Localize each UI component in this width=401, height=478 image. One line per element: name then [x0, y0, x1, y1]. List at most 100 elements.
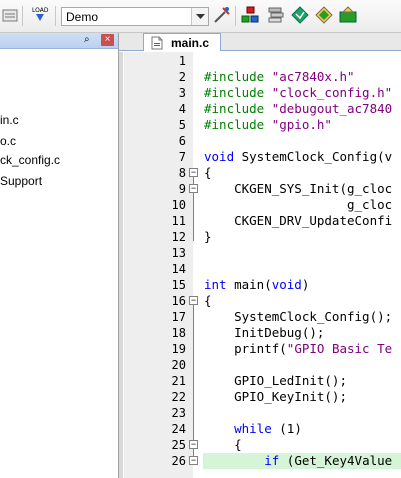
code-line[interactable]: 19 printf("GPIO Basic Te: [119, 341, 401, 357]
fold-toggle-icon[interactable]: −: [189, 296, 198, 305]
tree-item[interactable]: o.c: [0, 134, 16, 148]
code-token: InitDebug();: [204, 325, 325, 340]
line-number: 10: [171, 198, 186, 212]
code-text: #include "clock_config.h": [204, 85, 392, 101]
project-icon[interactable]: [0, 5, 20, 25]
code-line[interactable]: 4 #include "debugout_ac7840: [119, 101, 401, 117]
code-line[interactable]: 3 #include "clock_config.h": [119, 85, 401, 101]
code-token: {: [204, 293, 212, 308]
line-number: 17: [171, 310, 186, 324]
code-line[interactable]: 13: [119, 245, 401, 261]
select-packs-icon[interactable]: [290, 5, 310, 25]
pin-icon[interactable]: ⌕: [84, 34, 90, 45]
line-number: 13: [171, 246, 186, 260]
line-number: 7: [178, 150, 186, 164]
code-text: CKGEN_SYS_Init(g_cloc: [204, 181, 392, 197]
code-line[interactable]: 15 int main(void): [119, 277, 401, 293]
tree-item[interactable]: Support: [0, 174, 42, 188]
code-text: CKGEN_DRV_UpdateConfi: [204, 213, 392, 229]
code-line[interactable]: 21 GPIO_LedInit();: [119, 373, 401, 389]
code-token: SystemClock_Config();: [204, 309, 393, 324]
code-line[interactable]: 8{: [119, 165, 401, 181]
code-line[interactable]: 24 while (1): [119, 421, 401, 437]
code-token: "GPIO Basic Te: [286, 341, 393, 356]
c-file-icon: [150, 36, 164, 53]
toolbar-separator: [55, 6, 56, 26]
code-line[interactable]: 16 {: [119, 293, 401, 309]
target-select[interactable]: Demo: [61, 7, 209, 26]
line-number: 20: [171, 358, 186, 372]
code-token: #include: [204, 117, 272, 132]
line-number: 2: [178, 70, 186, 84]
code-line[interactable]: 5 #include "gpio.h": [119, 117, 401, 133]
code-line[interactable]: 2 #include "ac7840x.h": [119, 69, 401, 85]
fold-toggle-icon[interactable]: −: [189, 184, 198, 193]
code-token: if: [264, 453, 280, 468]
code-line[interactable]: 1: [119, 53, 401, 69]
fold-toggle-icon[interactable]: −: [189, 440, 198, 449]
close-icon[interactable]: ×: [101, 34, 114, 46]
line-number: 11: [171, 214, 186, 228]
project-panel-header: ⌕ ×: [0, 33, 118, 49]
target-options-icon[interactable]: [212, 5, 232, 25]
line-number: 16: [171, 294, 186, 308]
code-line[interactable]: 17 SystemClock_Config();: [119, 309, 401, 325]
code-token: "ac7840x.h": [271, 69, 355, 84]
code-line[interactable]: 9 CKGEN_SYS_Init(g_cloc: [119, 181, 401, 197]
code-token: "gpio.h": [271, 117, 332, 132]
load-icon[interactable]: LOAD: [30, 5, 50, 25]
code-line[interactable]: 7 void SystemClock_Config(v: [119, 149, 401, 165]
code-token: #include: [204, 69, 272, 84]
code-line[interactable]: 20: [119, 357, 401, 373]
code-token: {: [204, 437, 242, 452]
code-line[interactable]: 23: [119, 405, 401, 421]
target-select-value: Demo: [66, 10, 99, 24]
code-line[interactable]: 6: [119, 133, 401, 149]
code-line[interactable]: 22 GPIO_KeyInit();: [119, 389, 401, 405]
code-token: void: [271, 277, 302, 292]
rte-icon[interactable]: [266, 5, 286, 25]
line-number: 6: [178, 134, 186, 148]
line-number: 8: [178, 166, 186, 180]
code-token: (1): [271, 421, 302, 436]
line-number: 21: [171, 374, 186, 388]
pack-installer-icon[interactable]: [314, 5, 334, 25]
fold-toggle-icon[interactable]: −: [189, 456, 198, 465]
project-panel: ⌕ × in.c o.c ck_config.c Support: [0, 33, 118, 478]
code-line[interactable]: 11 CKGEN_DRV_UpdateConfi: [119, 213, 401, 229]
tree-item[interactable]: in.c: [0, 113, 19, 127]
code-area[interactable]: 1 2 #include "ac7840x.h" 3 #include "clock_c…: [119, 52, 401, 478]
code-token: CKGEN_DRV_UpdateConfi: [204, 213, 393, 228]
code-line[interactable]: 10 g_cloc: [119, 197, 401, 213]
code-token: {: [204, 165, 212, 180]
editor-pane: main.c 1 2 #include "ac7840x.h" 3 #include "…: [118, 33, 401, 478]
svg-text:LOAD: LOAD: [32, 7, 49, 14]
fold-toggle-icon[interactable]: −: [189, 168, 198, 177]
code-token: void: [204, 149, 235, 164]
code-token: (Get_Key4Value: [279, 453, 393, 468]
tab-main-c[interactable]: main.c: [143, 33, 221, 51]
code-token: #include: [204, 85, 272, 100]
code-text: void SystemClock_Config(v: [204, 149, 392, 165]
code-text: {: [204, 293, 212, 309]
line-number: 9: [178, 182, 186, 196]
code-line[interactable]: 14: [119, 261, 401, 277]
manage-components-icon[interactable]: [240, 5, 260, 25]
code-token: ): [301, 277, 310, 292]
line-number: 18: [171, 326, 186, 340]
code-token: }: [204, 229, 212, 244]
code-token: GPIO_LedInit();: [204, 373, 347, 388]
tab-label: main.c: [171, 36, 210, 50]
code-text: if (Get_Key4Value: [204, 453, 392, 469]
code-token: "clock_config.h": [271, 85, 393, 100]
tree-item[interactable]: ck_config.c: [0, 153, 60, 167]
code-line[interactable]: 18 InitDebug();: [119, 325, 401, 341]
toolbar-separator: [235, 6, 236, 26]
update-packs-icon[interactable]: [338, 5, 358, 25]
code-line[interactable]: 25 {: [119, 437, 401, 453]
code-line[interactable]: 12}: [119, 229, 401, 245]
code-line[interactable]: 26 if (Get_Key4Value: [119, 453, 401, 469]
chevron-down-icon[interactable]: [191, 8, 208, 25]
